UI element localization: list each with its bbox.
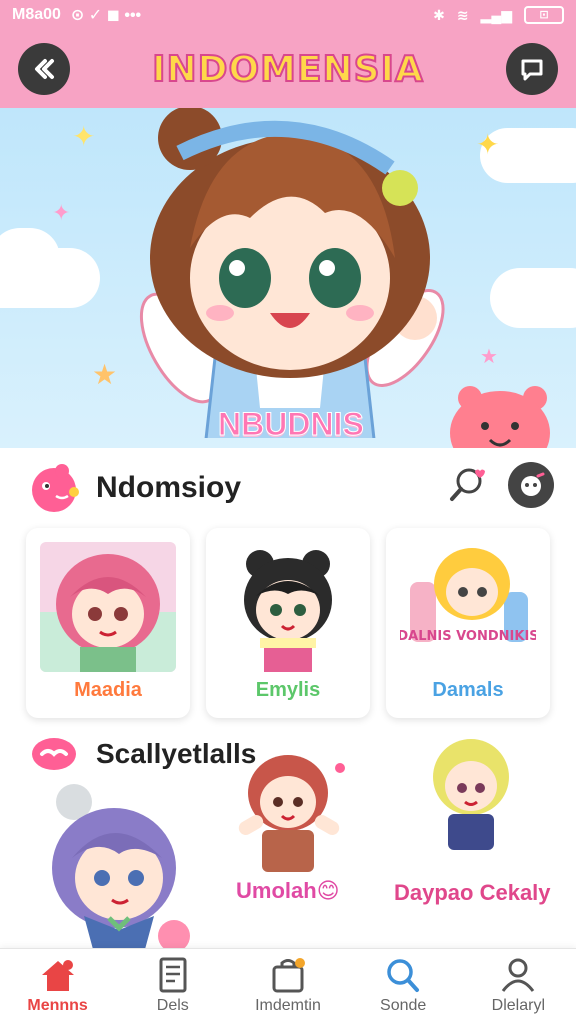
status-bar: M8a00 ⊙ ✓ ◼ ••• ✱ ≋ ▂▄▆ ⊡ — [0, 0, 576, 30]
pink-blob-mascot — [450, 386, 550, 448]
notification-icons: ⊙ ✓ ◼ ••• — [70, 7, 142, 24]
character-card[interactable]: Emylis — [206, 528, 370, 718]
section-header-featured: Ndomsioy — [26, 462, 241, 514]
app-header: INDOMENSIA — [0, 30, 576, 108]
nav-label: Sonde — [380, 997, 427, 1014]
bluetooth-icon: ✱ — [433, 6, 445, 23]
wifi-icon: ≋ — [456, 6, 469, 23]
nav-label: Dlelaryl — [491, 997, 546, 1014]
section-header-stickers: Scallyetlalls — [26, 728, 256, 780]
pink-mascot-icon — [32, 738, 76, 770]
blonde-boy-sticker[interactable] — [416, 732, 526, 852]
card-art-text: DALNIS VONDNIKIS — [400, 629, 536, 644]
bag-icon — [272, 958, 305, 993]
notes-icon — [159, 957, 187, 993]
nav-item-search[interactable]: Sonde — [348, 957, 458, 1015]
nav-label: Imdemtin — [255, 997, 321, 1014]
status-time: M8a00 — [12, 6, 61, 23]
page-title: INDOMENSIA — [151, 48, 424, 91]
pink-hair-character-art — [40, 542, 176, 672]
sticker-label: Daypao Cekaly — [394, 880, 551, 905]
character-card[interactable]: Maadia — [26, 528, 190, 718]
chat-bubble-icon — [521, 59, 543, 81]
hero-caption: NBUDNIS — [218, 406, 365, 443]
double-chevron-left-icon — [35, 59, 54, 79]
card-label: Maadia — [74, 679, 142, 701]
pink-mascot-icon — [32, 464, 79, 512]
back-button[interactable] — [18, 43, 70, 95]
red-hair-sticker[interactable] — [228, 748, 358, 878]
black-hair-character-art — [220, 542, 356, 672]
nav-item-notes[interactable]: Dels — [118, 957, 228, 1015]
card-label: Damals — [432, 679, 504, 701]
section-actions — [444, 462, 554, 508]
nav-item-profile[interactable]: Dlelaryl — [463, 957, 573, 1015]
heart-search-icon — [450, 468, 485, 501]
profile-icon — [502, 958, 535, 992]
sticker-label: Umolah😊 — [236, 878, 340, 903]
character-card[interactable]: DALNIS VONDNIKIS Damals — [386, 528, 550, 718]
blonde-character-art: DALNIS VONDNIKIS — [400, 542, 536, 672]
nav-item-home[interactable]: Mennns — [3, 957, 113, 1015]
character-cards: Maadia Emylis DALNIS VONDNIKIS Damals — [26, 528, 550, 718]
battery-icon: ⊡ — [524, 6, 564, 24]
signal-icon: ▂▄▆ — [480, 6, 512, 23]
bottom-navigation: Mennns Dels Imdemtin Sonde Dlelaryl — [0, 948, 576, 1024]
mascot-face-icon — [521, 472, 545, 496]
search-icon — [387, 959, 420, 992]
purple-hair-sticker[interactable] — [24, 778, 204, 958]
card-label: Emylis — [255, 679, 321, 701]
hero-banner[interactable]: ✦ ✦ ★ ✦ ★ NBUDNIS — [0, 108, 576, 448]
nav-item-bag[interactable]: Imdemtin — [233, 957, 343, 1015]
hero-character-illustration — [139, 108, 445, 438]
favorite-search-button[interactable] — [444, 462, 490, 508]
share-button[interactable] — [508, 462, 554, 508]
nav-label: Dels — [156, 997, 189, 1014]
nav-label: Mennns — [27, 997, 88, 1014]
chat-button[interactable] — [506, 43, 558, 95]
section-title: Ndomsioy — [96, 471, 242, 504]
home-icon — [41, 960, 74, 991]
